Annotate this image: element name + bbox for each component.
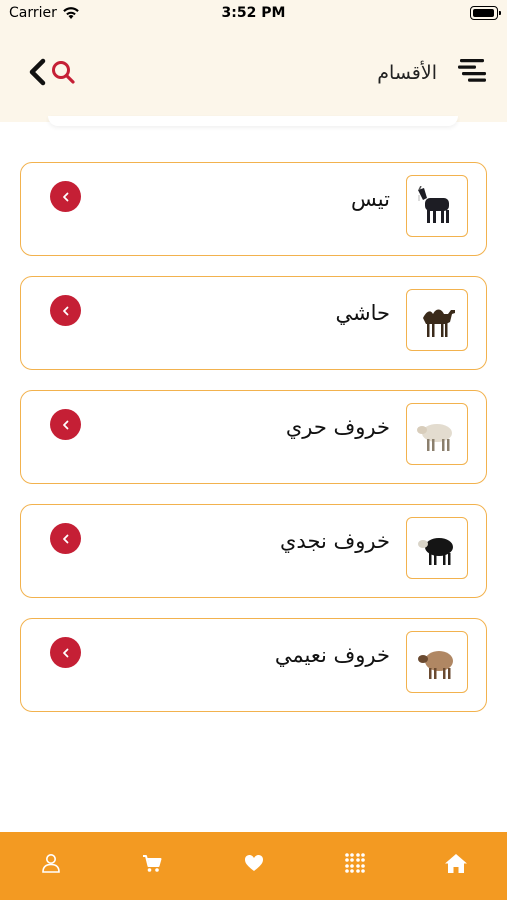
cart-icon	[143, 855, 162, 872]
category-card[interactable]: حاشي	[20, 276, 487, 370]
category-name: حاشي	[335, 301, 390, 325]
profile-icon	[42, 854, 60, 873]
tab-home[interactable]	[444, 851, 468, 875]
tab-cart[interactable]	[140, 851, 164, 875]
black-sheep-icon	[418, 538, 453, 565]
tab-favorites[interactable]	[242, 851, 266, 875]
back-search-button[interactable]	[28, 56, 78, 90]
category-thumb	[406, 175, 468, 237]
category-thumb	[406, 289, 468, 351]
tab-profile[interactable]	[39, 851, 63, 875]
category-name: تيس	[351, 187, 390, 211]
category-card[interactable]: خروف حري	[20, 390, 487, 484]
sheep-icon	[417, 424, 452, 451]
category-card[interactable]: خروف نجدي	[20, 504, 487, 598]
status-time: 3:52 PM	[221, 5, 286, 21]
tab-categories[interactable]	[343, 851, 367, 875]
brown-sheep-icon	[418, 651, 453, 679]
tab-bar	[0, 832, 507, 900]
chevron-left-icon[interactable]	[50, 295, 81, 326]
category-thumb	[406, 403, 468, 465]
status-bar: Carrier 3:52 PM	[0, 0, 507, 28]
chevron-left-icon[interactable]	[50, 637, 81, 668]
category-thumb	[406, 631, 468, 693]
categories-icon	[345, 853, 365, 873]
goat-icon	[418, 186, 449, 223]
menu-icon[interactable]	[456, 58, 488, 84]
favorites-icon	[245, 855, 263, 871]
page-title: الأقسام	[377, 62, 437, 84]
category-card[interactable]: خروف نعيمي	[20, 618, 487, 712]
battery-icon	[470, 6, 501, 20]
search-strip	[48, 116, 458, 126]
category-name: خروف حري	[285, 415, 390, 439]
category-card[interactable]: تيس	[20, 162, 487, 256]
chevron-left-icon[interactable]	[50, 181, 81, 212]
home-icon	[445, 854, 467, 873]
camel-icon	[423, 309, 455, 337]
header: Carrier 3:52 PM الأقسام	[0, 0, 507, 122]
category-name: خروف نجدي	[279, 529, 390, 553]
category-name: خروف نعيمي	[274, 643, 390, 667]
search-icon	[52, 61, 75, 84]
chevron-left-icon[interactable]	[50, 523, 81, 554]
category-thumb	[406, 517, 468, 579]
back-chevron-icon	[29, 58, 46, 86]
chevron-left-icon[interactable]	[50, 409, 81, 440]
